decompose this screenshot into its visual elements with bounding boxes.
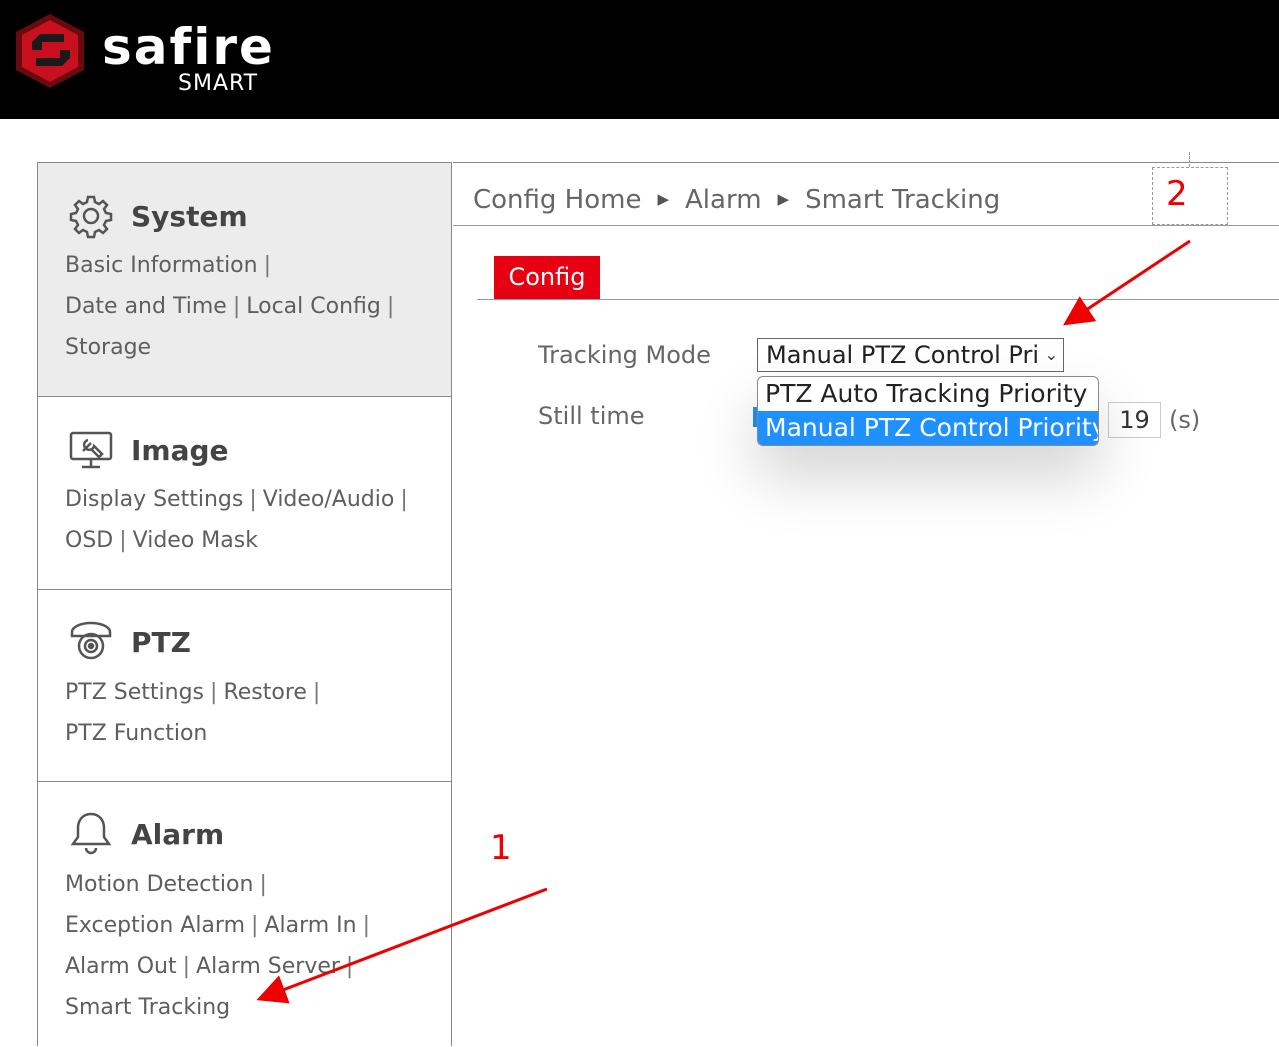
sidebar-title-ptz: PTZ	[131, 626, 191, 659]
option-ptz-auto-tracking[interactable]: PTZ Auto Tracking Priority	[758, 377, 1098, 411]
monitor-icon	[69, 431, 113, 469]
tracking-mode-label: Tracking Mode	[538, 341, 711, 369]
sidebar-link-video-mask[interactable]: Video Mask	[133, 528, 258, 553]
sidebar-link-video-audio[interactable]: Video/Audio	[263, 487, 395, 512]
sidebar-title-image: Image	[131, 434, 229, 467]
sidebar-link-ptz-function[interactable]: PTZ Function	[65, 721, 207, 746]
breadcrumb-arrow-icon: ▶	[657, 190, 670, 208]
sidebar-link-alarm-in[interactable]: Alarm In	[264, 913, 356, 938]
sidebar-link-basic-information[interactable]: Basic Information	[65, 253, 258, 278]
brand-subname: SMART	[178, 71, 259, 96]
sidebar-section-alarm: Alarm Motion Detection | Exception Alarm |…	[38, 782, 451, 1047]
safire-logo-icon	[16, 14, 84, 88]
brand-name: safire	[102, 18, 275, 76]
still-time-unit: (s)	[1169, 406, 1201, 434]
tracking-mode-select[interactable]: Manual PTZ Control Pri ⌄	[757, 338, 1064, 372]
sidebar-section-ptz: PTZ PTZ Settings | Restore | PTZ Function	[38, 590, 451, 782]
sidebar-link-date-and-time[interactable]: Date and Time	[65, 294, 227, 319]
ptz-camera-icon	[70, 621, 112, 660]
sidebar-title-system: System	[131, 200, 248, 233]
sidebar-link-alarm-server[interactable]: Alarm Server	[196, 954, 340, 979]
annotation-guide	[1189, 152, 1190, 167]
breadcrumb-arrow-icon: ▶	[777, 190, 790, 208]
breadcrumb-config-home[interactable]: Config Home	[473, 185, 641, 215]
breadcrumb-alarm[interactable]: Alarm	[685, 185, 762, 215]
sidebar-link-storage[interactable]: Storage	[65, 335, 151, 360]
sidebar-link-motion-detection[interactable]: Motion Detection	[65, 872, 253, 897]
header-bar: safire SMART	[0, 0, 1279, 119]
sidebar-link-alarm-out[interactable]: Alarm Out	[65, 954, 177, 979]
sidebar-link-exception-alarm[interactable]: Exception Alarm	[65, 913, 245, 938]
sidebar-title-alarm: Alarm	[131, 818, 225, 851]
sidebar-link-local-config[interactable]: Local Config	[246, 294, 381, 319]
option-manual-ptz-control[interactable]: Manual PTZ Control Priority	[758, 411, 1098, 445]
tracking-mode-dropdown: PTZ Auto Tracking Priority Manual PTZ Co…	[757, 376, 1099, 446]
still-time-input[interactable]: 19	[1108, 402, 1161, 438]
sidebar-links-ptz: PTZ Settings | Restore | PTZ Function	[65, 680, 321, 746]
annotation-step-1: 1	[490, 828, 512, 868]
still-time-label: Still time	[538, 402, 645, 430]
main-content: Config Home ▶ Alarm ▶ Smart Tracking Config …	[453, 162, 1279, 1047]
sidebar-link-ptz-settings[interactable]: PTZ Settings	[65, 680, 204, 705]
breadcrumb-smart-tracking: Smart Tracking	[805, 185, 1001, 215]
sidebar: System Basic Information | Date and Time |…	[37, 162, 452, 1046]
breadcrumb-divider	[453, 225, 1279, 226]
sidebar-links-alarm: Motion Detection | Exception Alarm | Alarm …	[65, 872, 371, 1020]
sidebar-links-system: Basic Information | Date and Time | Local C…	[65, 253, 395, 360]
sidebar-link-smart-tracking[interactable]: Smart Tracking	[65, 995, 230, 1020]
bell-icon	[70, 812, 112, 855]
tab-divider	[477, 299, 1279, 300]
tab-config[interactable]: Config	[494, 256, 600, 299]
sidebar-link-restore[interactable]: Restore	[223, 680, 306, 705]
breadcrumb: Config Home ▶ Alarm ▶ Smart Tracking	[473, 185, 1000, 215]
sidebar-section-system: System Basic Information | Date and Time |…	[38, 163, 451, 397]
sidebar-section-image: Image Display Settings | Video/Audio | OSD |…	[38, 397, 451, 590]
chevron-down-icon: ⌄	[1044, 345, 1058, 364]
sidebar-link-display-settings[interactable]: Display Settings	[65, 487, 243, 512]
annotation-box	[1152, 167, 1228, 225]
sidebar-links-image: Display Settings | Video/Audio | OSD | Video …	[65, 487, 408, 553]
tracking-mode-value: Manual PTZ Control Pri	[766, 341, 1040, 369]
sidebar-link-osd[interactable]: OSD	[65, 528, 113, 553]
annotation-step-2: 2	[1166, 174, 1188, 214]
gear-icon	[69, 195, 113, 239]
